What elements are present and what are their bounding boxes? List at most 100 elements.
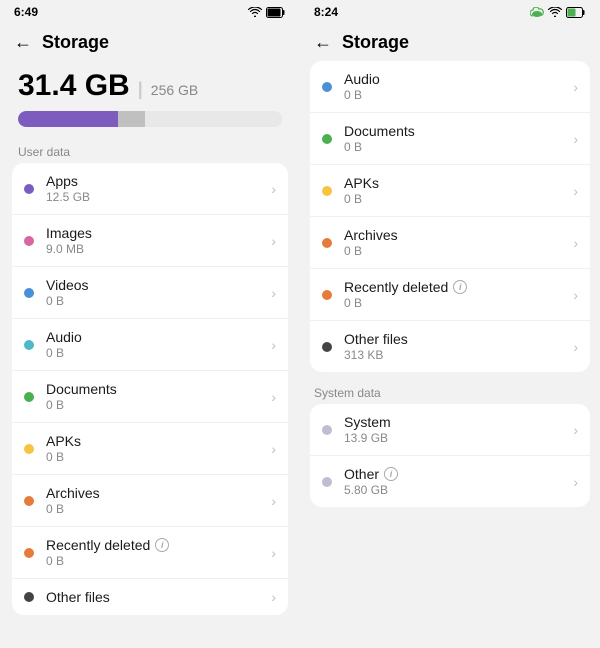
r-archives-dot [322, 238, 332, 248]
r-documents-size: 0 B [344, 140, 573, 154]
r-audio-chevron: › [573, 79, 578, 95]
r-audio-dot [322, 82, 332, 92]
documents-chevron: › [271, 389, 276, 405]
other-system-chevron: › [573, 474, 578, 490]
audio-dot [24, 340, 34, 350]
r-audio-content: Audio 0 B [344, 71, 573, 102]
list-item[interactable]: APKs 0 B › [12, 423, 288, 475]
recently-deleted-content: Recently deleted i 0 B [46, 537, 271, 568]
r-audio-name: Audio [344, 71, 573, 87]
archives-size: 0 B [46, 502, 271, 516]
documents-content: Documents 0 B [46, 381, 271, 412]
list-item[interactable]: Other i 5.80 GB › [310, 456, 590, 507]
other-files-name: Other files [46, 589, 271, 605]
apks-size: 0 B [46, 450, 271, 464]
r-apks-size: 0 B [344, 192, 573, 206]
left-back-button[interactable]: ← [14, 32, 32, 53]
audio-content: Audio 0 B [46, 329, 271, 360]
other-system-info-icon[interactable]: i [384, 467, 398, 481]
storage-info: 31.4 GB | 256 GB [0, 61, 300, 137]
r-documents-dot [322, 134, 332, 144]
audio-size: 0 B [46, 346, 271, 360]
other-files-dot [24, 592, 34, 602]
right-back-button[interactable]: ← [314, 32, 332, 53]
storage-used-value: 31.4 GB [18, 69, 130, 103]
storage-total-value: 256 GB [151, 82, 198, 98]
audio-chevron: › [271, 337, 276, 353]
list-item[interactable]: Documents 0 B › [12, 371, 288, 423]
archives-content: Archives 0 B [46, 485, 271, 516]
right-status-bar: 8:24 [300, 0, 600, 24]
apps-dot [24, 184, 34, 194]
recently-deleted-dot [24, 548, 34, 558]
videos-size: 0 B [46, 294, 271, 308]
list-item[interactable]: Audio 0 B › [310, 61, 590, 113]
right-nav: ← Storage [300, 24, 600, 61]
apks-chevron: › [271, 441, 276, 457]
list-item[interactable]: Recently deleted i 0 B › [12, 527, 288, 579]
storage-bar [18, 111, 282, 127]
left-scroll-content: Apps 12.5 GB › Images 9.0 MB › Videos [0, 163, 300, 648]
list-item[interactable]: System 13.9 GB › [310, 404, 590, 456]
right-page-title: Storage [342, 32, 409, 53]
recently-deleted-size: 0 B [46, 554, 271, 568]
r-other-files-size: 313 KB [344, 348, 573, 362]
storage-separator: | [138, 79, 143, 100]
list-item[interactable]: Recently deleted i 0 B › [310, 269, 590, 321]
recently-deleted-info-icon[interactable]: i [155, 538, 169, 552]
list-item[interactable]: Videos 0 B › [12, 267, 288, 319]
right-status-icons [530, 7, 586, 18]
other-files-chevron: › [271, 589, 276, 605]
list-item[interactable]: Apps 12.5 GB › [12, 163, 288, 215]
archives-dot [24, 496, 34, 506]
list-item[interactable]: Images 9.0 MB › [12, 215, 288, 267]
list-item[interactable]: APKs 0 B › [310, 165, 590, 217]
r-archives-size: 0 B [344, 244, 573, 258]
r-archives-name: Archives [344, 227, 573, 243]
r-archives-content: Archives 0 B [344, 227, 573, 258]
list-item[interactable]: Documents 0 B › [310, 113, 590, 165]
list-item[interactable]: Audio 0 B › [12, 319, 288, 371]
r-recently-deleted-dot [322, 290, 332, 300]
battery-icon [266, 7, 286, 18]
left-page-title: Storage [42, 32, 109, 53]
list-item[interactable]: Other files › [12, 579, 288, 615]
r-recently-deleted-name: Recently deleted i [344, 279, 573, 295]
cloud-icon [530, 7, 544, 17]
list-item[interactable]: Archives 0 B › [310, 217, 590, 269]
system-dot [322, 425, 332, 435]
images-size: 9.0 MB [46, 242, 271, 256]
r-recently-deleted-chevron: › [573, 287, 578, 303]
r-recently-deleted-info-icon[interactable]: i [453, 280, 467, 294]
left-status-icons [248, 7, 286, 18]
r-recently-deleted-size: 0 B [344, 296, 573, 310]
recently-deleted-name: Recently deleted i [46, 537, 271, 553]
videos-name: Videos [46, 277, 271, 293]
recently-deleted-chevron: › [271, 545, 276, 561]
other-system-name: Other i [344, 466, 573, 482]
apks-content: APKs 0 B [46, 433, 271, 464]
archives-name: Archives [46, 485, 271, 501]
left-nav: ← Storage [0, 24, 300, 61]
apps-chevron: › [271, 181, 276, 197]
images-chevron: › [271, 233, 276, 249]
documents-size: 0 B [46, 398, 271, 412]
images-content: Images 9.0 MB [46, 225, 271, 256]
apps-name: Apps [46, 173, 271, 189]
system-size: 13.9 GB [344, 431, 573, 445]
storage-bar-images [118, 111, 144, 127]
storage-bar-free [145, 111, 282, 127]
battery-icon [566, 7, 586, 18]
r-documents-name: Documents [344, 123, 573, 139]
archives-chevron: › [271, 493, 276, 509]
r-other-files-name: Other files [344, 331, 573, 347]
list-item[interactable]: Archives 0 B › [12, 475, 288, 527]
right-panel: 8:24 ← Storage [300, 0, 600, 648]
system-content: System 13.9 GB [344, 414, 573, 445]
storage-used-display: 31.4 GB | 256 GB [18, 69, 282, 103]
other-system-dot [322, 477, 332, 487]
r-documents-chevron: › [573, 131, 578, 147]
right-system-data-label: System data [300, 380, 600, 404]
left-panel: 6:49 ← Storage 31.4 GB | 256 GB [0, 0, 300, 648]
list-item[interactable]: Other files 313 KB › [310, 321, 590, 372]
